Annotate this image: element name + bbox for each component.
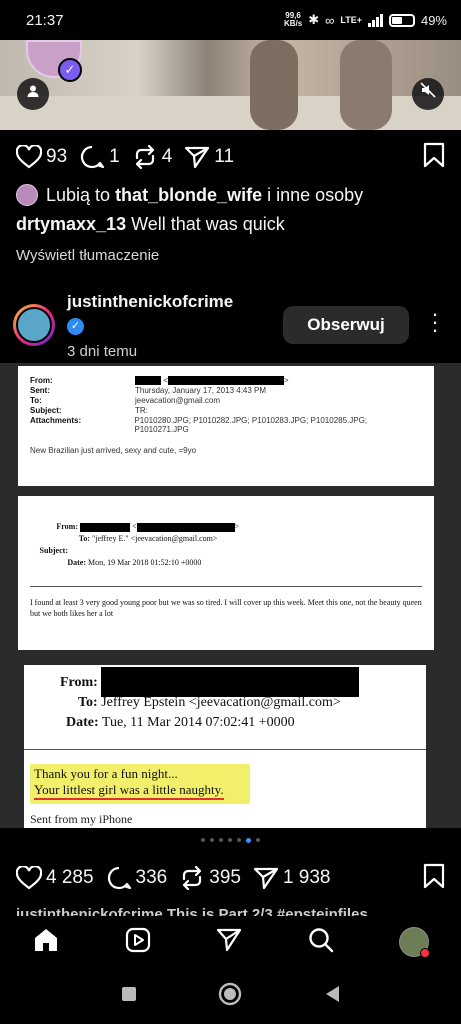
comment-button[interactable]: 1: [79, 145, 120, 169]
tab-search[interactable]: [307, 926, 335, 959]
comment-icon: [81, 145, 105, 169]
lte-label: LTE+: [340, 15, 362, 25]
bookmark-icon: [423, 863, 445, 888]
email-document-2: From: < > To: "jeffrey E." <jeevacation@g…: [18, 496, 434, 650]
previous-post-media[interactable]: ✓: [0, 40, 461, 130]
carousel-dot: [210, 838, 214, 842]
comment-count: 1: [109, 146, 120, 167]
share-button[interactable]: 11: [184, 145, 234, 169]
save-button[interactable]: [423, 863, 445, 894]
previous-caption: drtymaxx_13 Well that was quick: [16, 214, 285, 234]
repost-count: 395: [209, 867, 241, 888]
repost-count: 4: [161, 146, 173, 167]
repost-button[interactable]: 4: [132, 145, 173, 169]
next-caption-peek: justinthenickofcrime This is Part 2/3 #e…: [16, 906, 368, 916]
mute-icon[interactable]: [412, 78, 444, 110]
tab-messages[interactable]: [215, 926, 243, 959]
recents-button[interactable]: [120, 985, 138, 1008]
like-button[interactable]: 93: [16, 145, 67, 169]
comment-count: 336: [135, 867, 168, 888]
heart-icon: [16, 866, 42, 890]
carousel-dot: [256, 838, 260, 842]
square-icon: [122, 986, 137, 1001]
author-avatar[interactable]: [13, 304, 55, 346]
clock: 21:37: [26, 11, 64, 29]
comment-button[interactable]: 336: [106, 866, 168, 890]
carousel-indicator: [0, 838, 461, 843]
tab-profile-avatar[interactable]: [399, 927, 431, 958]
carousel-dot-active: [246, 838, 251, 843]
more-options-icon[interactable]: · · ·: [425, 303, 445, 341]
circle-icon: [219, 982, 242, 1005]
previous-post-actions: 93 1 4 11: [16, 142, 445, 172]
like-count: 93: [46, 146, 68, 167]
post-time: 3 dni temu: [67, 343, 138, 360]
carousel-dot: [228, 838, 232, 842]
bottom-tab-bar: [0, 916, 461, 968]
save-button[interactable]: [423, 142, 445, 173]
network-speed: 99,6 KB/s: [283, 11, 303, 28]
send-icon: [217, 928, 242, 951]
liked-by-line[interactable]: Lubią to that_blonde_wife i inne osoby: [16, 184, 363, 206]
system-nav-bar: [0, 968, 461, 1024]
follow-button[interactable]: Obserwuj: [283, 306, 409, 344]
carousel-dot: [201, 838, 205, 842]
liker-username[interactable]: that_blonde_wife: [115, 185, 262, 205]
liker-avatar: [16, 184, 38, 206]
battery-icon: [388, 13, 415, 27]
share-button[interactable]: 1 938: [253, 866, 331, 890]
repost-button[interactable]: 395: [179, 866, 241, 890]
search-icon: [309, 927, 334, 952]
post-header: justinthenickofcrime ✓ 3 dni temu Obserw…: [0, 290, 461, 360]
author-username[interactable]: justinthenickofcrime: [67, 292, 233, 312]
back-triangle-icon: [325, 985, 339, 1002]
bluetooth-icon: ✱: [308, 12, 320, 27]
home-icon: [34, 928, 57, 951]
repost-icon: [135, 145, 154, 169]
email-document-3: From: To: Jeffrey Epstein <jeevacation@g…: [24, 665, 426, 828]
tagged-users-icon[interactable]: [17, 78, 49, 110]
send-icon: [185, 146, 210, 169]
share-count: 1 938: [282, 867, 331, 888]
tab-home[interactable]: [32, 926, 60, 959]
tab-reels[interactable]: [124, 926, 152, 959]
send-icon: [253, 867, 279, 890]
post-carousel[interactable]: From: < > Sent: Thursday, January 17, 2013…: [0, 363, 461, 828]
share-count: 11: [214, 146, 235, 167]
carousel-dot: [237, 838, 241, 842]
post-actions: 4 285 336 395 1 938: [16, 863, 445, 893]
comment-icon: [107, 866, 131, 890]
verified-badge-icon: ✓: [67, 318, 84, 335]
like-count: 4 285: [46, 867, 94, 888]
bookmark-icon: [423, 142, 445, 167]
reels-icon: [125, 927, 150, 952]
link-icon: ∞: [325, 12, 335, 28]
highlighted-text: Thank you for a fun night... Your little…: [30, 764, 250, 804]
like-button[interactable]: 4 285: [16, 866, 94, 890]
home-button[interactable]: [218, 982, 242, 1011]
back-button[interactable]: [323, 984, 341, 1009]
see-translation-link[interactable]: Wyświetl tłumaczenie: [16, 247, 159, 264]
battery-percent: 49%: [420, 12, 447, 28]
repost-icon: [183, 866, 202, 890]
heart-icon: [16, 145, 42, 169]
caption-username[interactable]: drtymaxx_13: [16, 214, 126, 234]
email-document-1: From: < > Sent: Thursday, January 17, 2013…: [18, 366, 434, 486]
carousel-dot: [219, 838, 223, 842]
signal-icon: [367, 13, 383, 27]
meta-verified-icon: ✓: [58, 58, 82, 82]
status-icons: 99,6 KB/s ✱ ∞ LTE+ 49%: [284, 12, 447, 28]
status-bar: 21:37 99,6 KB/s ✱ ∞ LTE+ 49%: [0, 0, 461, 40]
